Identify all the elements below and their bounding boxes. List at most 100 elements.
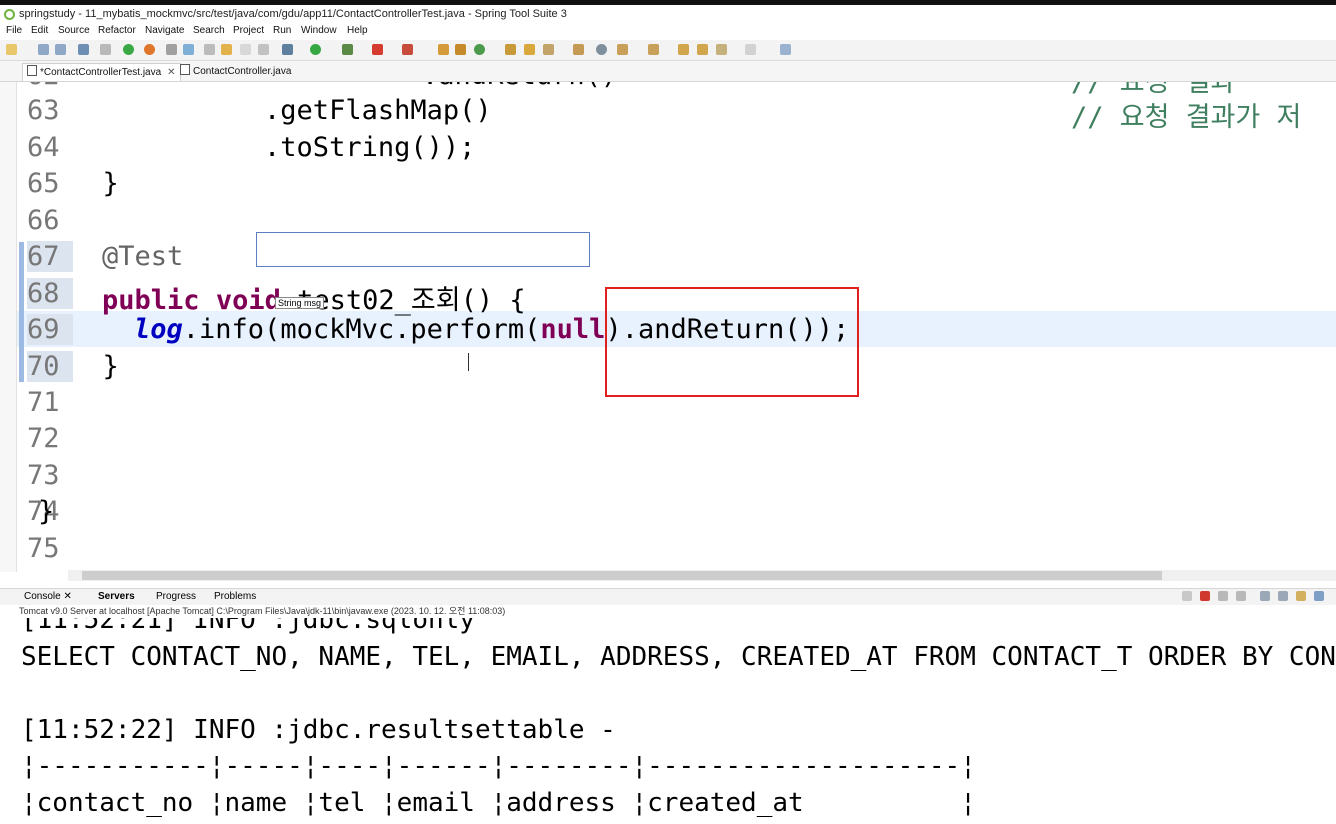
skip-breakpoints-icon[interactable] xyxy=(100,44,111,55)
word-wrap-icon[interactable] xyxy=(204,44,215,55)
change-ruler xyxy=(19,82,24,562)
parameter-hint: String msg xyxy=(275,297,325,309)
title-bar: springstudy - 11_mybatis_mockmvc/src/tes… xyxy=(0,5,1336,24)
next-annotation-icon[interactable] xyxy=(617,44,628,55)
back-arrow-icon[interactable] xyxy=(716,44,727,55)
menu-edit[interactable]: Edit xyxy=(31,25,48,36)
tab-console[interactable]: Console ✕ xyxy=(24,591,72,602)
tab-servers[interactable]: Servers xyxy=(98,591,135,602)
word-wrap-icon[interactable] xyxy=(1278,591,1288,601)
menu-run[interactable]: Run xyxy=(273,25,291,36)
line-number: 69 xyxy=(27,314,73,345)
main-toolbar xyxy=(0,40,1336,61)
horizontal-scrollbar[interactable] xyxy=(68,570,1336,581)
tab-contactcontroller[interactable]: ContactController.java xyxy=(180,63,291,80)
open-task-icon[interactable] xyxy=(524,44,535,55)
save-all-icon[interactable] xyxy=(55,44,66,55)
tab-progress[interactable]: Progress xyxy=(156,591,196,602)
whitespace-icon[interactable] xyxy=(240,44,251,55)
console-line: [11:52:22] INFO :jdbc.resultsettable - xyxy=(21,715,616,745)
window-title: springstudy - 11_mybatis_mockmvc/src/tes… xyxy=(19,8,567,20)
tab-label: *ContactControllerTest.java xyxy=(40,67,162,78)
terminate-icon[interactable] xyxy=(1200,591,1210,601)
console-line: ¦contact_no ¦name ¦tel ¦email ¦address ¦… xyxy=(21,788,976,818)
text-cursor-icon xyxy=(466,353,472,371)
menu-navigate[interactable]: Navigate xyxy=(145,25,184,36)
menu-file[interactable]: File xyxy=(6,25,22,36)
line-number: 66 xyxy=(27,205,60,236)
console-line: SELECT CONTACT_NO, NAME, TEL, EMAIL, ADD… xyxy=(21,642,1336,672)
block-select-icon[interactable] xyxy=(221,44,232,55)
new-class-icon[interactable] xyxy=(474,44,485,55)
keyword-public: public xyxy=(102,285,200,316)
comment-line-63: // 요청 결과가 저 xyxy=(1071,102,1302,133)
boot-dashboard-icon[interactable] xyxy=(123,44,134,55)
run-icon[interactable] xyxy=(310,44,321,55)
menu-source[interactable]: Source xyxy=(58,25,90,36)
java-file-icon xyxy=(27,65,37,76)
coverage-icon[interactable] xyxy=(342,44,353,55)
line-number: 63 xyxy=(27,95,60,126)
open-folder-icon[interactable] xyxy=(573,44,584,55)
code-line-65: } xyxy=(70,168,119,199)
save-icon[interactable] xyxy=(38,44,49,55)
line-number: 68 xyxy=(27,278,73,309)
line-number: 67 xyxy=(27,241,73,272)
debug-icon[interactable] xyxy=(282,44,293,55)
code-line-62: .andReturn() xyxy=(292,82,617,91)
line-number: 65 xyxy=(27,168,60,199)
show-whitespace-icon[interactable] xyxy=(258,44,269,55)
external-tools-icon[interactable] xyxy=(402,44,413,55)
new-java-project-icon[interactable] xyxy=(438,44,449,55)
keyword-null: null xyxy=(540,314,606,345)
scroll-lock-icon[interactable] xyxy=(1260,591,1270,601)
console-output[interactable]: [11:52:21] INFO :jdbc.sqlonly SELECT CON… xyxy=(0,618,1336,824)
menu-bar: File Edit Source Refactor Navigate Searc… xyxy=(0,24,1336,39)
menu-window[interactable]: Window xyxy=(301,25,337,36)
mark-occurrences-icon[interactable] xyxy=(183,44,194,55)
clear-console-icon[interactable] xyxy=(1236,591,1246,601)
menu-project[interactable]: Project xyxy=(233,25,264,36)
keyword-void: void xyxy=(215,285,281,316)
line-number: 70 xyxy=(27,351,73,382)
search-icon[interactable] xyxy=(543,44,554,55)
menu-help[interactable]: Help xyxy=(347,25,368,36)
new-icon[interactable] xyxy=(6,44,17,55)
menu-search[interactable]: Search xyxy=(193,25,225,36)
pin-console-icon[interactable] xyxy=(1296,591,1306,601)
stop-icon[interactable] xyxy=(372,44,383,55)
editor-tab-bar: *ContactControllerTest.java ✕ ContactCont… xyxy=(0,61,1336,82)
red-highlight-box xyxy=(605,287,859,397)
last-edit-icon[interactable] xyxy=(678,44,689,55)
previous-annotation-icon[interactable] xyxy=(648,44,659,55)
scrollbar-thumb[interactable] xyxy=(82,571,1162,580)
forward-arrow-icon[interactable] xyxy=(745,44,756,55)
line-number: 75 xyxy=(27,533,60,564)
globe-icon[interactable] xyxy=(596,44,607,55)
refresh-icon[interactable] xyxy=(144,44,155,55)
menu-refactor[interactable]: Refactor xyxy=(98,25,136,36)
open-type-icon[interactable] xyxy=(505,44,516,55)
close-icon[interactable]: ✕ xyxy=(167,67,175,78)
line-number: 62 xyxy=(27,82,73,91)
display-console-icon[interactable] xyxy=(1314,591,1324,601)
back-icon[interactable] xyxy=(697,44,708,55)
close-icon[interactable]: ✕ xyxy=(63,591,71,602)
remove-launch-icon[interactable] xyxy=(1182,591,1192,601)
code-line-64: .toString()); xyxy=(134,132,476,163)
pin-icon[interactable] xyxy=(166,44,177,55)
console-line: ¦-----------¦-----¦----¦------¦--------¦… xyxy=(21,751,976,781)
print-icon[interactable] xyxy=(78,44,89,55)
spring-logo-icon xyxy=(4,9,15,20)
tab-problems[interactable]: Problems xyxy=(214,591,256,602)
info-call: .info(mockMvc.perform( xyxy=(182,314,541,345)
code-line-67: @Test xyxy=(102,241,184,272)
line-number: 72 xyxy=(27,423,60,454)
remove-all-icon[interactable] xyxy=(1218,591,1228,601)
code-line-70: } xyxy=(70,351,119,382)
perspective-icon[interactable] xyxy=(780,44,791,55)
tab-label: Console xyxy=(24,591,61,602)
linked-edit-box xyxy=(256,232,590,267)
new-package-icon[interactable] xyxy=(455,44,466,55)
tab-contactcontrollertest[interactable]: *ContactControllerTest.java ✕ xyxy=(22,63,181,81)
